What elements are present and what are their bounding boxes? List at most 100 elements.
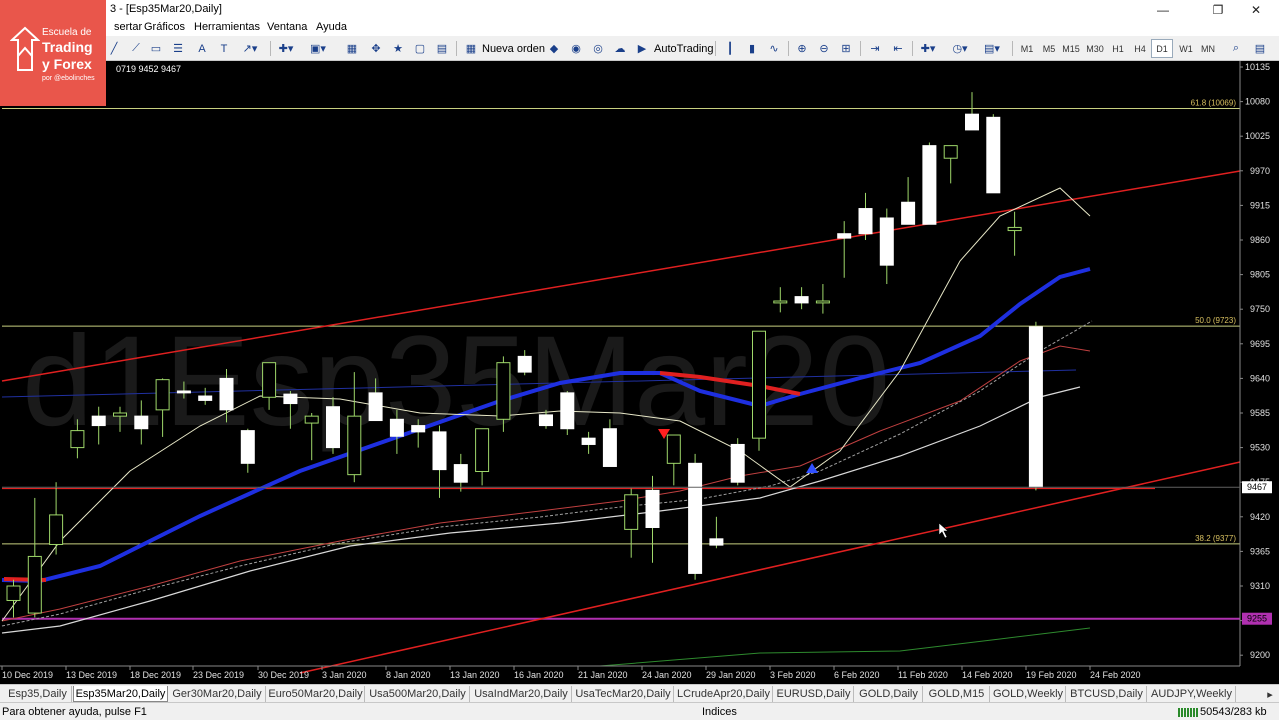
community-icon[interactable]: ▤ — [1250, 39, 1270, 58]
candle — [475, 428, 490, 486]
price-chart[interactable]: d1Esp35Mar20 61.8 (10069)50.0 (9723)38.2… — [0, 61, 1279, 684]
tab-esp35mar20-daily[interactable]: Esp35Mar20,Daily — [73, 686, 168, 702]
bear-candle-body — [453, 464, 468, 483]
candle — [943, 145, 958, 184]
indicators-icon[interactable]: ✚▾ — [918, 39, 938, 58]
price-tick-label: 9530 — [1250, 443, 1270, 453]
candle — [752, 330, 766, 451]
toolbar-separator — [912, 41, 913, 56]
market-watch-icon[interactable]: ▦ — [342, 39, 362, 58]
timeframe-w1[interactable]: W1 — [1175, 39, 1197, 58]
trendline-icon[interactable]: ⟋ — [126, 39, 146, 58]
tabs-scroll-right-icon[interactable]: ▸ — [1262, 686, 1278, 702]
bear-candle-body — [411, 425, 426, 433]
text-label-icon[interactable]: T — [214, 39, 234, 58]
zoom-out-icon[interactable]: ⊖ — [814, 39, 834, 58]
tab-euro50mar20-daily[interactable]: Euro50Mar20,Daily — [267, 686, 365, 702]
chart-window[interactable]: d1Esp35Mar20 61.8 (10069) 50.0 (9723) 38.2… — [0, 61, 1279, 684]
menu-ayuda[interactable]: Ayuda — [316, 21, 347, 33]
tab-audjpy-weekly[interactable]: AUDJPY,Weekly — [1148, 686, 1236, 702]
menu-insertar[interactable]: sertar — [114, 21, 142, 33]
ma-line-green — [599, 627, 1091, 667]
minimize-button[interactable]: — — [1140, 0, 1186, 20]
bear-candle-body — [837, 233, 852, 239]
timeframe-m1[interactable]: M1 — [1016, 39, 1038, 58]
chart-tabs: Esp35,Daily Esp35Mar20,Daily Ger30Mar20,… — [0, 684, 1279, 702]
tab-usatecmar20-daily[interactable]: UsaTecMar20,Daily — [573, 686, 674, 702]
navigator-icon[interactable]: ✥ — [366, 39, 386, 58]
bull-candle-body — [304, 415, 319, 424]
bull-candle-body — [70, 430, 85, 449]
strategy-tester-icon[interactable]: ▤ — [432, 39, 452, 58]
vps-icon[interactable]: ☁ — [610, 39, 630, 58]
candle — [624, 488, 639, 558]
tab-lcrudeapr20-daily[interactable]: LCrudeApr20,Daily — [675, 686, 773, 702]
tile-windows-icon[interactable]: ⊞ — [836, 39, 856, 58]
templates-icon[interactable]: ▤▾ — [982, 39, 1002, 58]
metaeditor-icon[interactable]: ◆ — [544, 39, 564, 58]
search-icon[interactable]: ⌕ — [1226, 39, 1246, 58]
tab-usaindmar20-daily[interactable]: UsaIndMar20,Daily — [471, 686, 572, 702]
timeframe-m15[interactable]: M15 — [1060, 39, 1082, 58]
signals-icon[interactable]: ◉ — [566, 39, 586, 58]
candlestick-icon[interactable]: ▮ — [742, 39, 762, 58]
tab-gold-weekly[interactable]: GOLD,Weekly — [991, 686, 1066, 702]
tab-ger30mar20-daily[interactable]: Ger30Mar20,Daily — [169, 686, 266, 702]
line-tool-icon[interactable]: ╱ — [104, 39, 124, 58]
tab-eurusd-daily[interactable]: EURUSD,Daily — [774, 686, 854, 702]
timeframe-m30[interactable]: M30 — [1084, 39, 1106, 58]
text-icon[interactable]: A — [192, 39, 212, 58]
fib-level-label: 61.8 (10069) — [1191, 99, 1237, 108]
fibonacci-icon[interactable]: ☰ — [168, 39, 188, 58]
tab-gold-daily[interactable]: GOLD,Daily — [855, 686, 923, 702]
autotrading-button[interactable]: AutoTrading — [652, 39, 716, 58]
bull-candle-body — [815, 300, 830, 304]
arrows-icon[interactable]: ↗▾ — [240, 39, 260, 58]
bear-candle-body — [965, 113, 979, 131]
new-order-button[interactable]: Nueva orden — [480, 39, 547, 58]
timeframe-h4[interactable]: H4 — [1129, 39, 1151, 58]
bear-candle-body — [794, 296, 809, 304]
line-chart-icon[interactable]: ∿ — [764, 39, 784, 58]
tab-btcusd-daily[interactable]: BTCUSD,Daily — [1067, 686, 1147, 702]
auto-scroll-icon[interactable]: ⇥ — [865, 39, 885, 58]
tab-esp35-daily[interactable]: Esp35,Daily — [4, 686, 72, 702]
periods-icon[interactable]: ◷▾ — [950, 39, 970, 58]
rectangle-icon[interactable]: ▭ — [146, 39, 166, 58]
date-tick-label: 30 Dec 2019 — [258, 670, 309, 680]
status-profile: Indices — [702, 706, 737, 718]
menu-ventana[interactable]: Ventana — [267, 21, 307, 33]
new-order-icon[interactable]: ▦ — [461, 39, 481, 58]
market-icon[interactable]: ◎ — [588, 39, 608, 58]
timeframe-m5[interactable]: M5 — [1038, 39, 1060, 58]
menu-herramientas[interactable]: Herramientas — [194, 21, 260, 33]
bull-candle-body — [155, 379, 170, 411]
close-button[interactable]: ✕ — [1233, 0, 1279, 20]
status-bar: Para obtener ayuda, pulse F1 Indices 505… — [0, 702, 1279, 720]
autotrading-icon[interactable]: ▶ — [632, 39, 652, 58]
bear-candle-body — [134, 415, 149, 430]
tab-usa500mar20-daily[interactable]: Usa500Mar20,Daily — [366, 686, 470, 702]
candle — [666, 434, 681, 486]
favorites-icon[interactable]: ★ — [388, 39, 408, 58]
candle — [240, 428, 255, 473]
new-chart-icon[interactable]: ✚▾ — [276, 39, 296, 58]
price-tick-label: 9695 — [1250, 339, 1270, 349]
profiles-icon[interactable]: ▣▾ — [308, 39, 328, 58]
terminal-icon[interactable]: ▢ — [410, 39, 430, 58]
chart-info-line: 0719 9452 9467 — [116, 64, 181, 74]
timeframe-mn[interactable]: MN — [1197, 39, 1219, 58]
bull-candle-body — [475, 428, 490, 473]
menu-graficos[interactable]: Gráficos — [144, 21, 185, 33]
timeframe-d1[interactable]: D1 — [1151, 39, 1173, 58]
price-tick-label: 9310 — [1250, 581, 1270, 591]
bear-candle-body — [688, 462, 703, 574]
bar-chart-icon[interactable]: ┃ — [720, 39, 740, 58]
tab-gold-m15[interactable]: GOLD,M15 — [924, 686, 990, 702]
timeframe-h1[interactable]: H1 — [1107, 39, 1129, 58]
date-tick-label: 29 Jan 2020 — [706, 670, 756, 680]
date-tick-label: 10 Dec 2019 — [2, 670, 53, 680]
candle — [773, 287, 788, 313]
chart-shift-icon[interactable]: ⇤ — [888, 39, 908, 58]
zoom-in-icon[interactable]: ⊕ — [792, 39, 812, 58]
